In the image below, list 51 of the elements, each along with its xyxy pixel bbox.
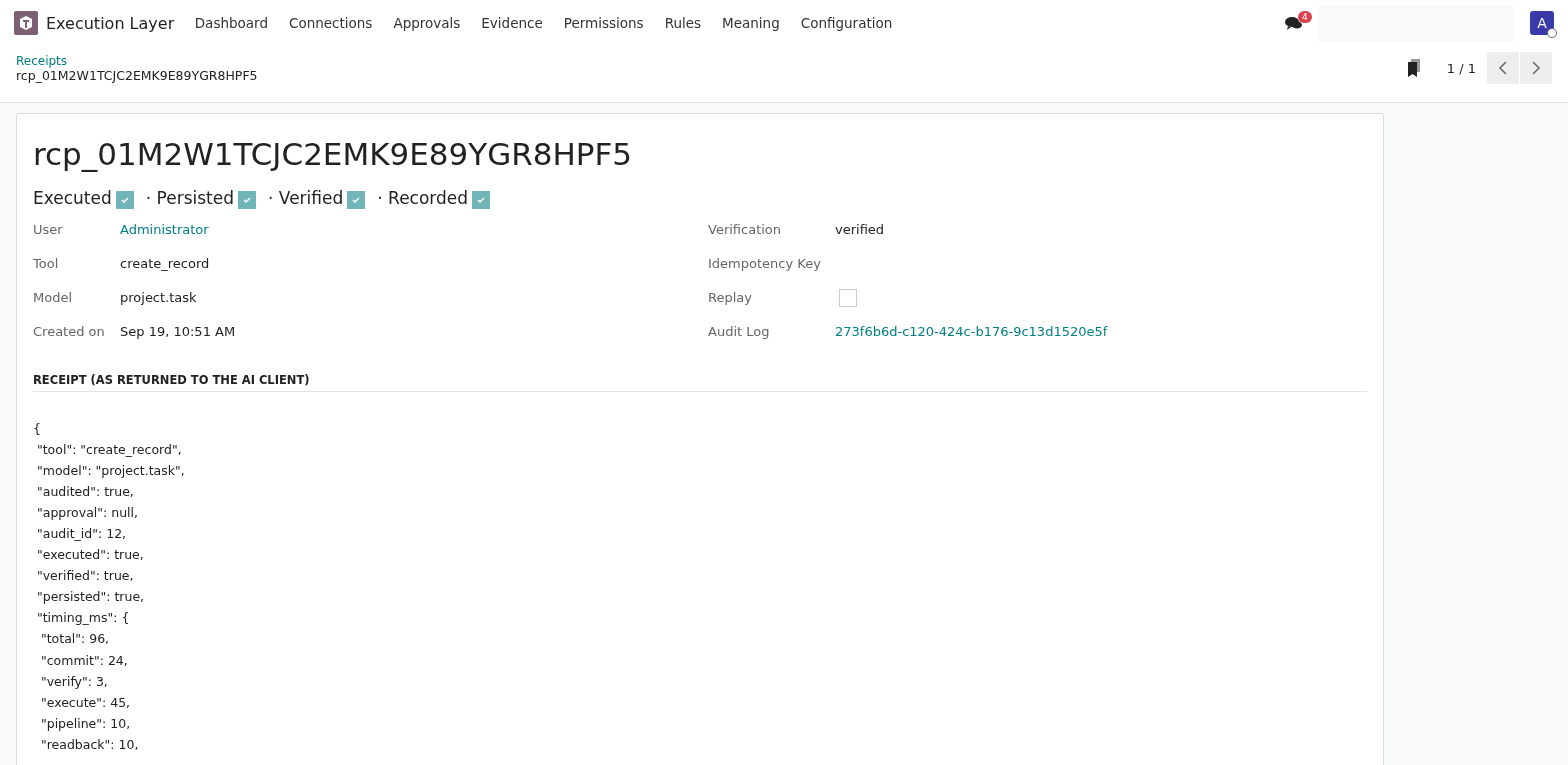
- chat-icon[interactable]: [1284, 14, 1304, 32]
- checkmark-icon: [351, 194, 362, 205]
- status-label: · Recorded: [377, 188, 469, 208]
- field-value: Sep 19, 10:51 AM: [120, 324, 236, 339]
- status-label: · Verified: [268, 188, 344, 208]
- menu-item[interactable]: Permissions: [553, 15, 655, 31]
- record-title: rcp_01M2W1TCJC2EMK9E89YGR8HPF5: [33, 136, 634, 172]
- menu-item[interactable]: Evidence: [470, 15, 554, 31]
- app-name: Execution Layer: [46, 13, 175, 33]
- pager-value: 1 / 1: [1446, 60, 1476, 76]
- breadcrumb-link[interactable]: Receipts: [16, 53, 258, 68]
- status-label: · Persisted: [145, 188, 235, 208]
- status-checkbox[interactable]: [347, 190, 366, 209]
- menu-item[interactable]: Meaning: [711, 15, 791, 31]
- field-link[interactable]: 273f6b6d-c120-424c-b176-9c13d1520e5f: [835, 324, 1108, 339]
- chevron-left-icon: [1498, 61, 1508, 75]
- field-label: Idempotency Key: [708, 256, 822, 271]
- field-label: Verification: [708, 222, 783, 237]
- field-label: Audit Log: [708, 324, 771, 339]
- field-label: User: [33, 222, 64, 237]
- next-button[interactable]: [1520, 52, 1552, 84]
- field-label: Replay: [708, 290, 753, 305]
- status-checkbox[interactable]: [115, 190, 134, 209]
- menu-item[interactable]: Configuration: [790, 15, 903, 31]
- bookmark-icon[interactable]: [1406, 59, 1421, 77]
- app-logo-icon[interactable]: [14, 11, 38, 35]
- menu-item[interactable]: Rules: [654, 15, 712, 31]
- field-label: Created on: [33, 324, 106, 339]
- field-value: verified: [835, 222, 885, 237]
- status-checkbox[interactable]: [472, 190, 491, 209]
- receipt-json-text: { "tool": "create_record", "model": "project.task", "audited": true, "approval": null, "audit_id": 12, "executed": true, "verified": true, "persisted": true, "timing_ms": { "total": 96, "commit": 24, "verify": 3, "execute": 45, "pipeline": 10, "readback": 10,: [33, 419, 186, 754]
- menu-item[interactable]: Dashboard: [184, 15, 279, 31]
- checkmark-icon: [476, 194, 487, 205]
- previous-button[interactable]: [1487, 52, 1519, 84]
- replay-checkbox[interactable]: [839, 288, 857, 307]
- checkmark-icon: [119, 194, 130, 205]
- section-title: RECEIPT (AS RETURNED TO THE AI CLIENT): [33, 348, 1367, 392]
- field-value: project.task: [120, 290, 197, 305]
- menu-item[interactable]: Connections: [278, 15, 383, 31]
- status-checkbox[interactable]: [238, 190, 257, 209]
- field-label: Model: [33, 290, 74, 305]
- field-value: create_record: [120, 256, 210, 271]
- field-link[interactable]: Administrator: [120, 222, 209, 237]
- user-avatar[interactable]: A: [1530, 11, 1554, 35]
- notification-badge: 4: [1298, 11, 1312, 23]
- chevron-right-icon: [1531, 61, 1541, 75]
- field-label: Tool: [33, 256, 60, 271]
- menu-item[interactable]: Approvals: [382, 15, 471, 31]
- breadcrumb-current: rcp_01M2W1TCJC2EMK9E89YGR8HPF5: [16, 67, 258, 83]
- status-label: Executed: [33, 188, 112, 208]
- checkmark-icon: [242, 194, 253, 205]
